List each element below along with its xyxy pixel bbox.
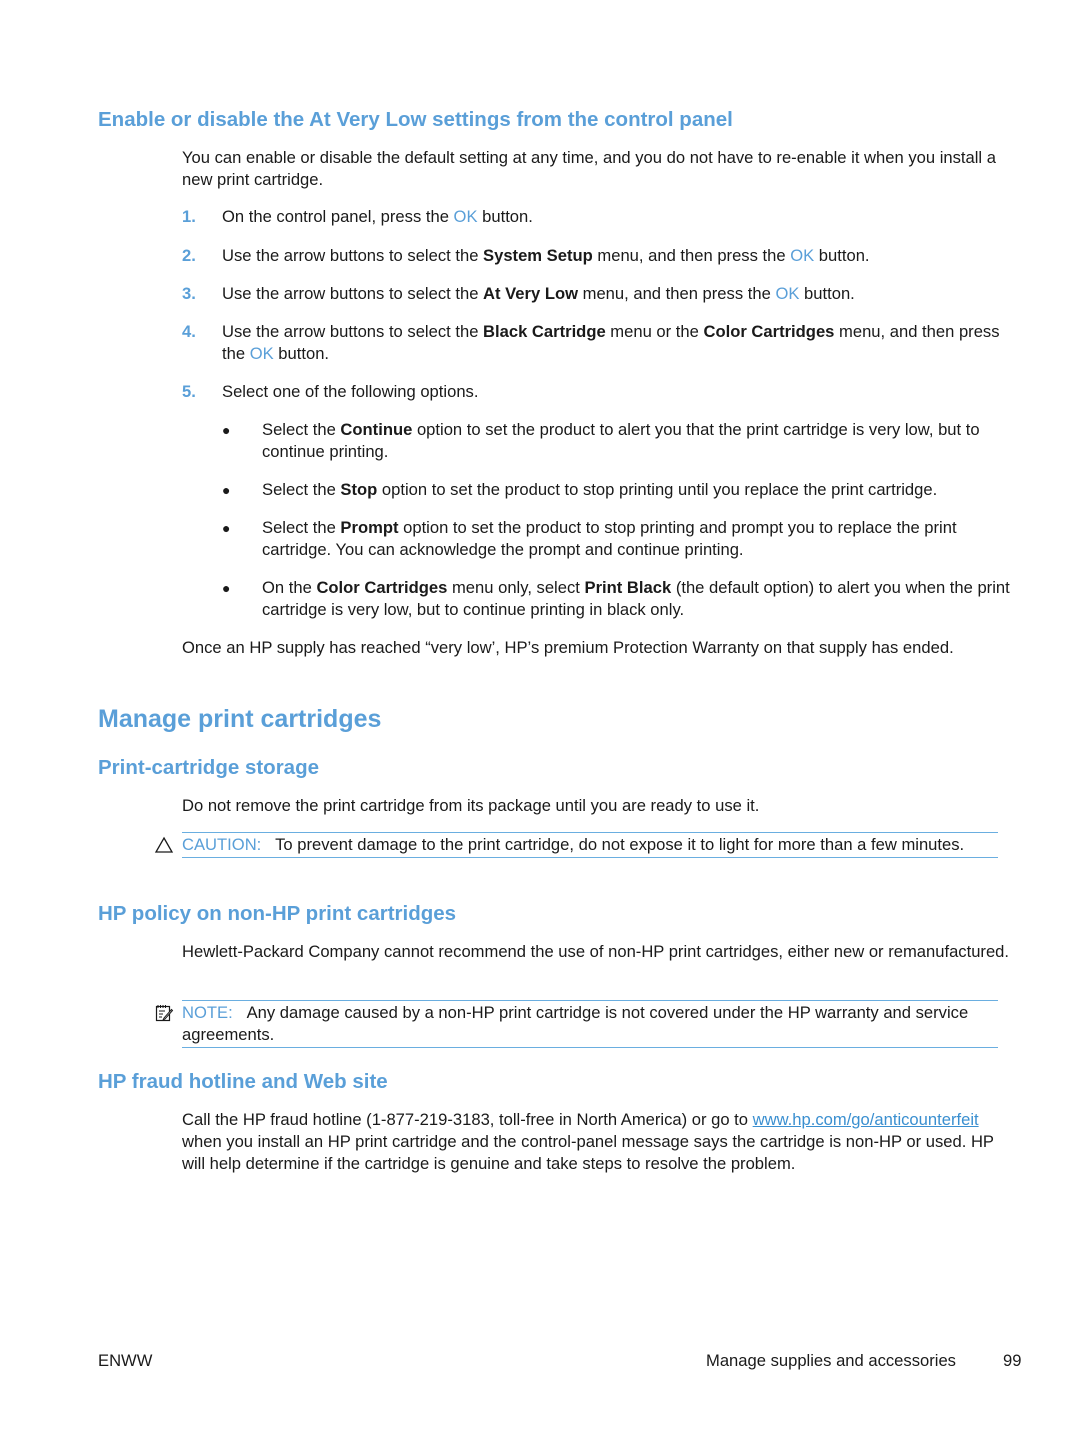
chapter-heading-manage-print-cartridges: Manage print cartridges — [98, 705, 382, 733]
note-label: NOTE: — [182, 1003, 233, 1022]
ok-button-ref: OK — [453, 207, 478, 226]
storage-paragraph: Do not remove the print cartridge from i… — [182, 796, 760, 815]
page-number: 99 — [1003, 1351, 1022, 1370]
ok-button-ref: OK — [249, 344, 274, 363]
intro-paragraph: You can enable or disable the default se… — [182, 148, 996, 189]
step-number: 4. — [182, 322, 196, 341]
note-callout: NOTE: Any damage caused by a non-HP prin… — [155, 1000, 998, 1048]
warranty-paragraph: Once an HP supply has reached “very low’… — [182, 638, 954, 657]
step-number: 5. — [182, 382, 196, 401]
fraud-paragraph: Call the HP fraud hotline (1-877-219-318… — [182, 1110, 994, 1173]
section-heading-policy: HP policy on non-HP print cartridges — [98, 902, 457, 925]
bullet-icon: ● — [222, 520, 231, 536]
anticounterfeit-link[interactable]: www.hp.com/go/anticounterfeit — [753, 1110, 979, 1129]
section-heading-fraud: HP fraud hotline and Web site — [98, 1070, 388, 1093]
bullet-icon: ● — [222, 580, 231, 596]
footer-left-label: ENWW — [98, 1351, 153, 1370]
caution-label: CAUTION: — [182, 835, 262, 854]
caution-triangle-icon — [154, 835, 174, 855]
caution-text: To prevent damage to the print cartridge… — [275, 835, 965, 854]
step-number: 1. — [182, 207, 196, 226]
section-heading-at-very-low: Enable or disable the At Very Low settin… — [98, 108, 733, 131]
caution-callout: CAUTION: To prevent damage to the print … — [154, 832, 998, 858]
section-heading-storage: Print-cartridge storage — [98, 756, 319, 779]
note-text: Any damage caused by a non-HP print cart… — [182, 1003, 969, 1044]
footer-section-title: Manage supplies and accessories — [706, 1351, 956, 1370]
ok-button-ref: OK — [790, 246, 815, 265]
policy-paragraph: Hewlett-Packard Company cannot recommend… — [182, 942, 1010, 961]
step-number: 2. — [182, 246, 196, 265]
bullet-icon: ● — [222, 422, 231, 438]
bullet-icon: ● — [222, 482, 231, 498]
step-number: 3. — [182, 284, 196, 303]
note-pencil-icon — [154, 1003, 174, 1023]
ok-button-ref: OK — [775, 284, 800, 303]
